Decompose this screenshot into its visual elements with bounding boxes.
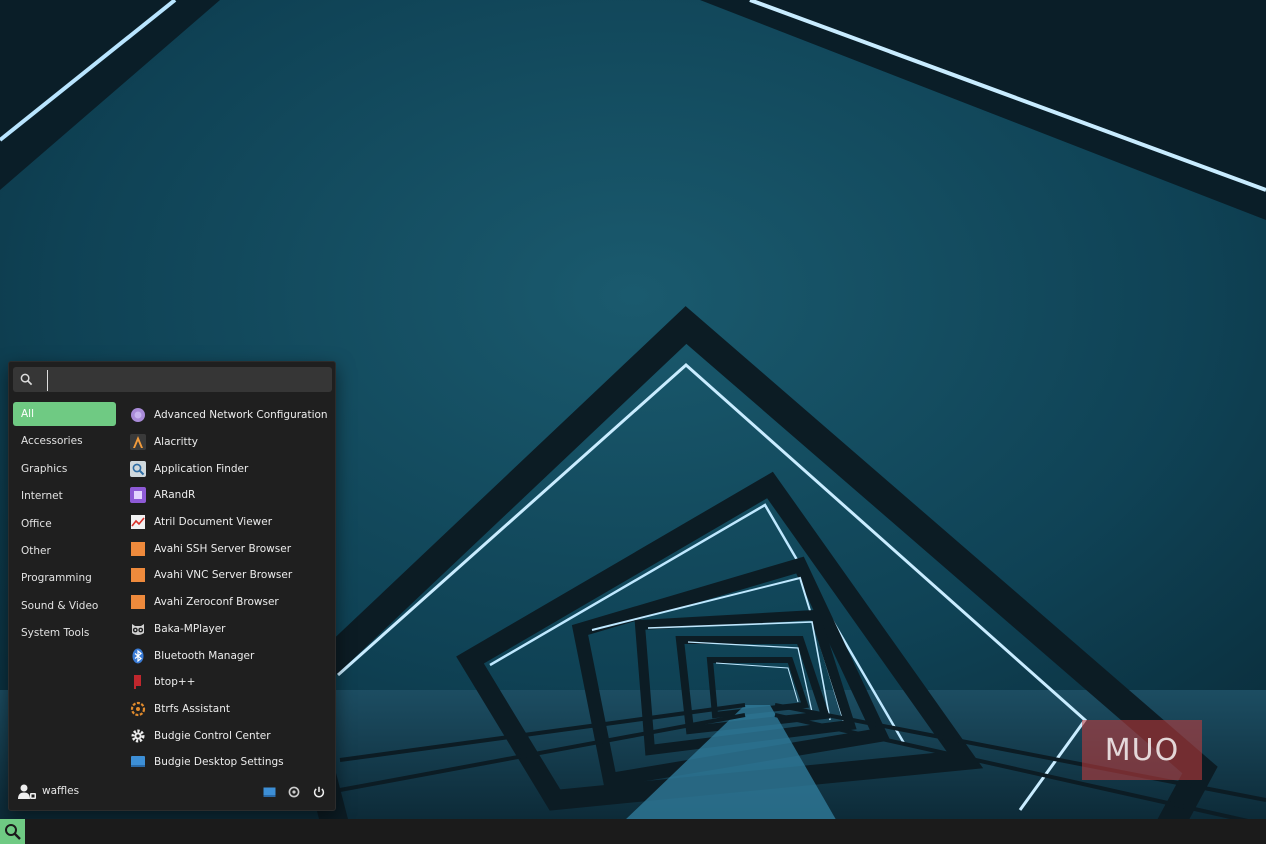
category-list: All Accessories Graphics Internet Office… [13, 402, 116, 649]
magnifier-icon [130, 460, 146, 477]
app-label: Avahi SSH Server Browser [154, 542, 292, 555]
category-graphics[interactable]: Graphics [13, 457, 116, 481]
app-item[interactable]: btop++ [127, 669, 333, 696]
menu-footer: waffles [9, 776, 335, 806]
category-other[interactable]: Other [13, 539, 116, 563]
app-item[interactable]: Alacritty [127, 429, 333, 456]
app-item[interactable]: Baka-MPlayer [127, 616, 333, 643]
user-icon[interactable] [17, 783, 37, 801]
application-menu: All Accessories Graphics Internet Office… [8, 361, 336, 811]
app-label: Alacritty [154, 436, 198, 449]
btop-icon [130, 674, 146, 690]
app-label: Avahi Zeroconf Browser [154, 596, 279, 609]
app-item[interactable]: Btrfs Assistant [127, 696, 333, 723]
search-input[interactable] [47, 370, 323, 391]
app-item[interactable]: Avahi Zeroconf Browser [127, 589, 333, 616]
app-label: Baka-MPlayer [154, 622, 226, 635]
category-sound-video[interactable]: Sound & Video [13, 594, 116, 618]
app-label: Bluetooth Manager [154, 649, 255, 662]
app-label: ARandR [154, 489, 196, 502]
app-item[interactable]: Bluetooth Manager [127, 642, 333, 669]
lock-screen-icon [288, 786, 300, 798]
alacritty-icon [130, 434, 146, 451]
app-label: Atril Document Viewer [154, 516, 273, 529]
desktop-settings-icon [130, 754, 146, 770]
username: waffles [42, 785, 80, 797]
category-system-tools[interactable]: System Tools [13, 621, 116, 645]
app-item[interactable]: ARandR [127, 482, 333, 509]
lock-button[interactable] [287, 785, 301, 799]
avahi-vnc-icon [130, 567, 146, 583]
search-icon [20, 373, 33, 386]
category-internet[interactable]: Internet [13, 484, 116, 508]
app-item[interactable]: Budgie Desktop Settings [127, 749, 333, 776]
owl-icon [130, 621, 146, 637]
power-button[interactable] [312, 785, 326, 799]
avahi-zeroconf-icon [130, 594, 146, 610]
app-list: Advanced Network Configuration Alacritty… [127, 402, 333, 776]
desktop-settings-button[interactable] [262, 785, 276, 799]
app-label: Budgie Control Center [154, 729, 271, 742]
app-label: Btrfs Assistant [154, 702, 230, 715]
search-bar [13, 367, 332, 392]
app-item[interactable]: Budgie Control Center [127, 722, 333, 749]
app-item[interactable]: Application Finder [127, 455, 333, 482]
search-icon [4, 823, 21, 840]
app-item[interactable]: Avahi VNC Server Browser [127, 562, 333, 589]
app-label: Advanced Network Configuration [154, 409, 328, 422]
avahi-ssh-icon [130, 541, 146, 557]
category-accessories[interactable]: Accessories [13, 429, 116, 453]
taskbar-panel [0, 819, 1266, 844]
btrfs-icon [130, 701, 146, 717]
app-label: btop++ [154, 676, 196, 689]
app-item[interactable]: Avahi SSH Server Browser [127, 535, 333, 562]
arandr-icon [130, 487, 146, 504]
power-icon [313, 786, 325, 798]
app-label: Application Finder [154, 462, 249, 475]
category-office[interactable]: Office [13, 512, 116, 536]
network-icon [130, 407, 146, 423]
document-viewer-icon [130, 514, 146, 530]
app-label: Budgie Desktop Settings [154, 756, 284, 769]
category-programming[interactable]: Programming [13, 566, 116, 590]
app-item[interactable]: Atril Document Viewer [127, 509, 333, 536]
app-menu-button[interactable] [0, 819, 25, 844]
app-label: Avahi VNC Server Browser [154, 569, 293, 582]
bluetooth-icon [130, 648, 146, 664]
gear-icon [130, 728, 146, 744]
display-icon [263, 787, 275, 797]
muo-watermark: MUO [1082, 720, 1202, 780]
app-item[interactable]: Advanced Network Configuration [127, 402, 333, 429]
category-all[interactable]: All [13, 402, 116, 426]
